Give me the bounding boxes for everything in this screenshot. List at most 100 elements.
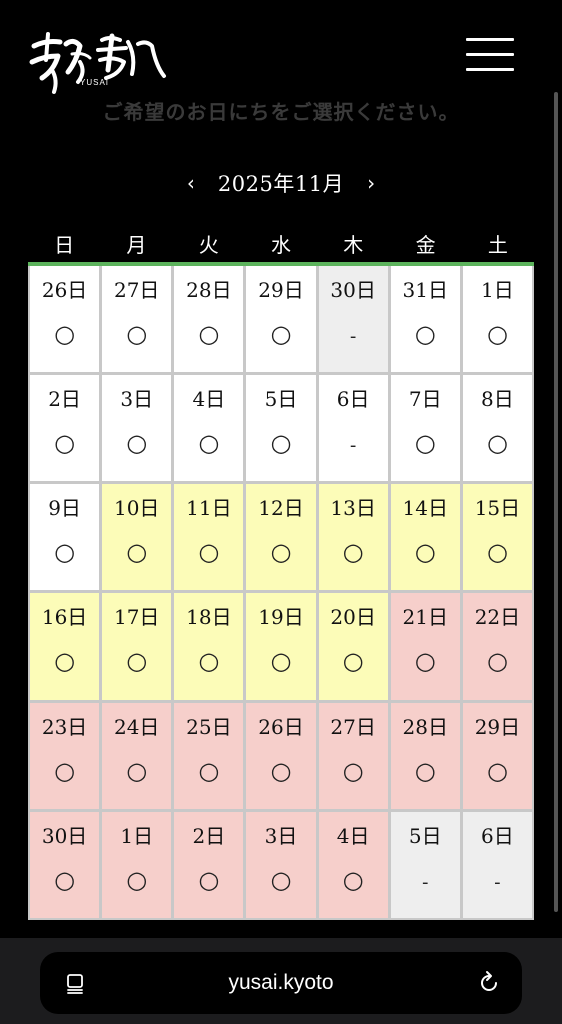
calendar-day-cell[interactable]: 11日 ○ [174,484,244,591]
menu-line [466,38,514,41]
available-mark: ○ [486,647,508,676]
site-header: YUSAI [0,0,562,100]
reload-icon[interactable] [476,970,502,996]
page-instruction: ご希望のお日にちをご選択ください。 [102,100,460,124]
calendar-day-cell[interactable]: 29日 ○ [462,702,532,809]
calendar-day-cell[interactable]: 9日 ○ [30,484,100,591]
available-mark: ○ [486,429,508,458]
calendar-day-cell[interactable]: 3日 ○ [102,375,172,482]
weekday-label: 火 [198,233,219,257]
available-mark: ○ [198,865,220,894]
available-mark: ○ [54,538,76,567]
available-mark: ○ [126,647,148,676]
available-mark: ○ [270,865,292,894]
url-text: yusai.kyoto [228,971,334,994]
day-number: 11日 [186,496,232,521]
browser-toolbar: yusai.kyoto [0,938,562,1024]
calendar-day-cell[interactable]: 23日 ○ [30,702,100,809]
day-number: 2日 [48,387,81,412]
day-number: 10日 [113,496,160,521]
next-month-button[interactable]: › [358,171,384,195]
calendar-day-cell[interactable]: 2日 ○ [174,811,244,918]
calendar-day-cell[interactable]: 31日 ○ [390,266,460,373]
weekday-label: 水 [270,233,291,257]
calendar-day-cell[interactable]: 2日 ○ [30,375,100,482]
calendar-day-cell[interactable]: 3日 ○ [246,811,316,918]
calendar-day-cell[interactable]: 1日 ○ [102,811,172,918]
calendar-day-cell[interactable]: 28日 ○ [174,266,244,373]
available-mark: ○ [414,320,436,348]
available-mark: ○ [414,538,436,567]
unavailable-mark: - [349,326,357,347]
calendar-day-cell[interactable]: 27日 ○ [318,702,388,809]
calendar-day-cell[interactable]: 4日 ○ [318,811,388,918]
available-mark: ○ [486,756,508,785]
available-mark: ○ [486,320,508,348]
day-number: 3日 [120,387,154,412]
calendar-day-cell[interactable]: 30日 ○ [30,811,100,918]
available-mark: ○ [54,429,76,458]
menu-line [466,68,514,71]
available-mark: ○ [414,647,436,676]
calendar-day-cell[interactable]: 16日 ○ [30,593,100,700]
day-number: 29日 [474,714,521,739]
day-number: 15日 [474,496,521,521]
calendar-day-cell[interactable]: 17日 ○ [102,593,172,700]
calendar-day-cell[interactable]: 4日 ○ [174,375,244,482]
day-number: 5日 [408,823,442,848]
calendar-day-cell[interactable]: 7日 ○ [390,375,460,482]
address-bar[interactable]: yusai.kyoto [40,952,522,1014]
available-mark: ○ [342,756,364,785]
calendar-day-cell[interactable]: 20日 ○ [318,593,388,700]
calendar-day-cell[interactable]: 14日 ○ [390,484,460,591]
weekday-label: 日 [54,233,75,257]
day-number: 13日 [330,496,376,521]
hamburger-icon[interactable] [466,36,514,74]
unavailable-mark: - [422,871,429,893]
scrollbar[interactable] [554,92,558,912]
available-mark: ○ [342,865,364,894]
day-number: 30日 [330,278,376,302]
weekday-label: 土 [487,233,508,257]
calendar-day-cell[interactable]: 5日 ○ [246,375,316,482]
calendar-day-cell[interactable]: 19日 ○ [246,593,316,700]
calendar-day-cell[interactable]: 22日 ○ [462,593,532,700]
day-number: 9日 [48,496,81,521]
available-mark: ○ [198,429,220,458]
calendar-day-cell[interactable]: 24日 ○ [102,702,172,809]
unavailable-mark: - [494,871,501,893]
day-number: 17日 [113,605,160,630]
unavailable-mark: - [349,435,357,457]
day-number: 25日 [186,714,232,739]
calendar-day-cell[interactable]: 26日 ○ [246,702,316,809]
calendar-day-cell[interactable]: 10日 ○ [102,484,172,591]
day-number: 28日 [186,278,232,302]
yusai-logo[interactable] [28,26,168,98]
calendar-day-cell[interactable]: 8日 ○ [462,375,532,482]
day-number: 29日 [258,278,304,302]
calendar-day-cell[interactable]: 28日 ○ [390,702,460,809]
logo-subtext: YUSAI [80,78,110,87]
calendar-day-cell[interactable]: 25日 ○ [174,702,244,809]
day-number: 6日 [336,387,370,412]
calendar-day-cell[interactable]: 12日 ○ [246,484,316,591]
day-number: 1日 [481,278,514,302]
day-number: 18日 [186,605,232,630]
calendar-day-cell[interactable]: 29日 ○ [246,266,316,373]
month-navigation: ‹ 2025年11月 › [0,166,562,200]
available-mark: ○ [126,320,148,348]
calendar-day-cell[interactable]: 27日 ○ [102,266,172,373]
available-mark: ○ [198,320,220,348]
prev-month-button[interactable]: ‹ [178,171,204,195]
day-number: 8日 [481,387,514,412]
available-mark: ○ [198,647,220,676]
calendar-day-cell[interactable]: 13日 ○ [318,484,388,591]
day-number: 24日 [113,714,160,739]
calendar-day-cell[interactable]: 15日 ○ [462,484,532,591]
calendar-day-cell[interactable]: 26日 ○ [30,266,100,373]
calendar-day-cell[interactable]: 21日 ○ [390,593,460,700]
available-mark: ○ [270,756,292,785]
calendar-day-cell[interactable]: 1日 ○ [462,266,532,373]
calendar-day-cell[interactable]: 18日 ○ [174,593,244,700]
month-label: 2025年11月 [217,172,345,196]
